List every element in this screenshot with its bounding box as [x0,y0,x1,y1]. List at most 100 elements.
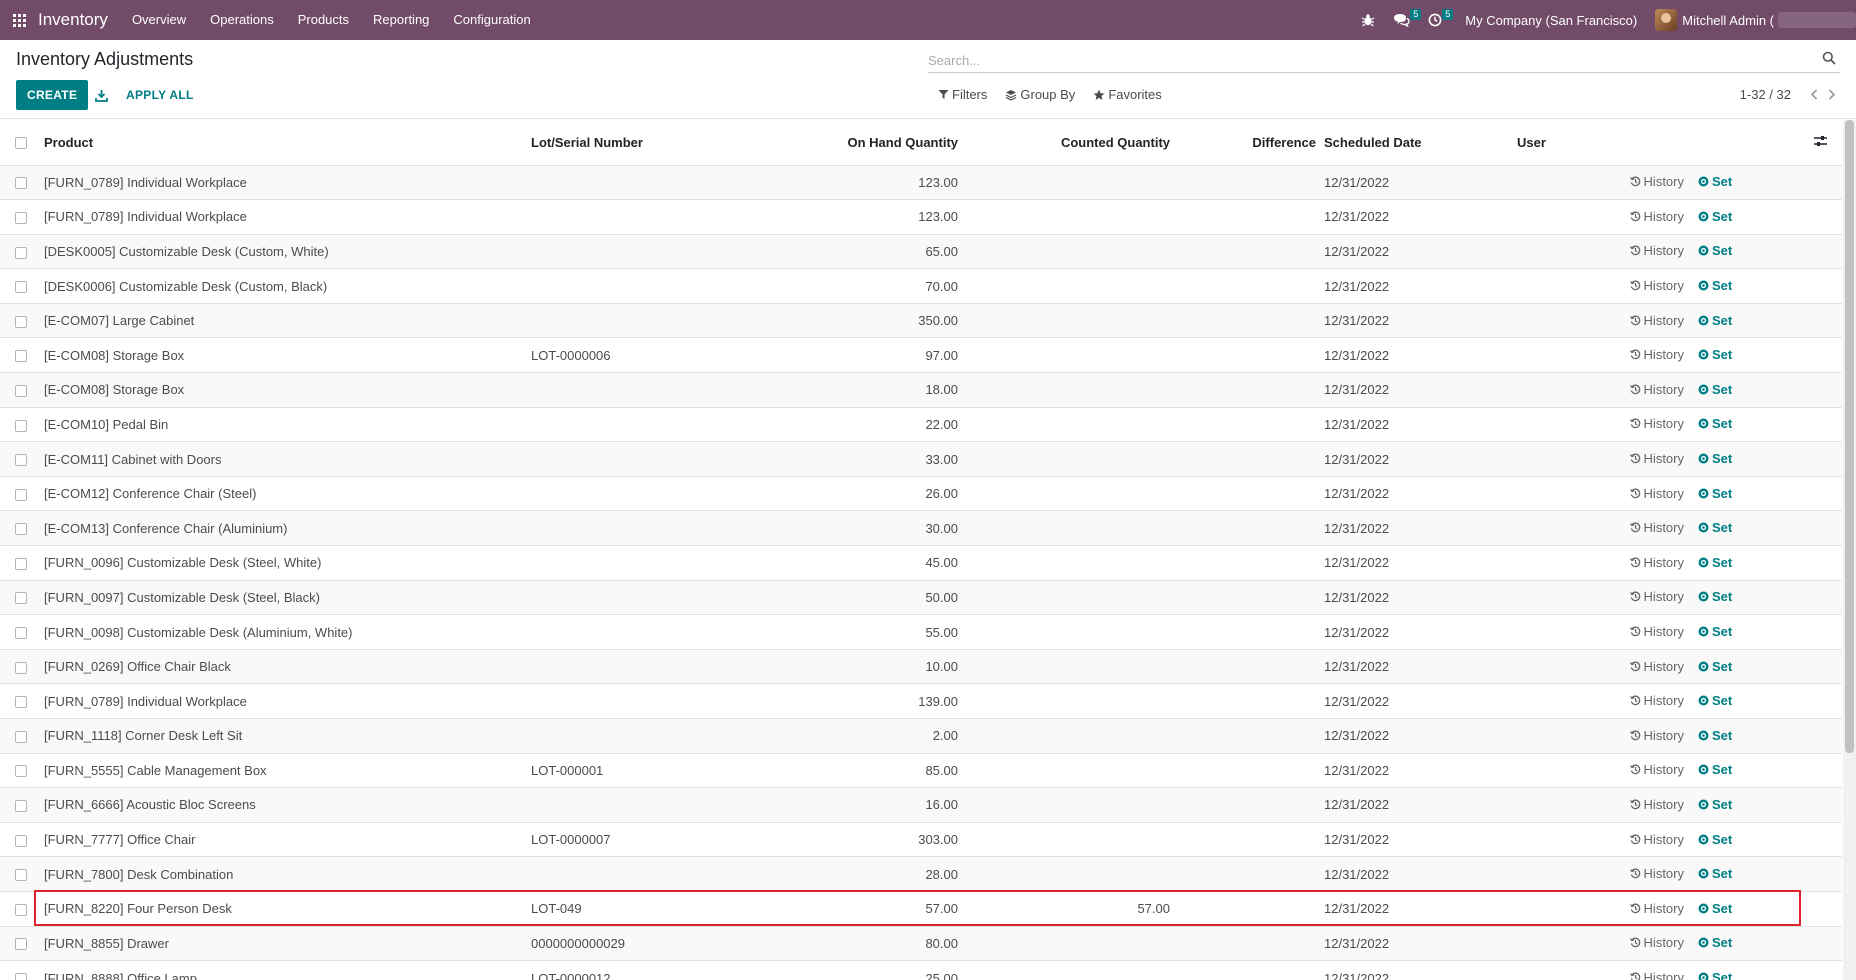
history-button[interactable]: History [1629,728,1684,743]
cell-scheduled-date[interactable]: 12/31/2022 [1320,510,1513,546]
cell-user[interactable] [1513,302,1611,338]
cell-product[interactable]: [FURN_7777] Office Chair [40,821,527,857]
search-icon[interactable] [1822,51,1838,67]
set-button[interactable]: Set [1698,451,1732,466]
cell-lot-serial[interactable] [527,648,720,684]
cell-lot-serial[interactable]: 0000000000029 [527,925,720,961]
cell-user[interactable] [1513,372,1611,408]
cell-product[interactable]: [FURN_8855] Drawer [40,925,527,961]
cell-product[interactable]: [E-COM07] Large Cabinet [40,302,527,338]
cell-lot-serial[interactable] [527,302,720,338]
company-switcher[interactable]: My Company (San Francisco) [1451,13,1647,28]
filters-toggle[interactable]: Filters [938,87,987,102]
history-button[interactable]: History [1629,347,1684,362]
row-checkbox[interactable] [15,281,27,294]
row-checkbox[interactable] [15,765,27,778]
cell-user[interactable] [1513,510,1611,546]
history-button[interactable]: History [1629,693,1684,708]
cell-scheduled-date[interactable]: 12/31/2022 [1320,648,1513,684]
table-row[interactable]: [FURN_7777] Office Chair LOT-0000007 303.0… [0,821,1842,857]
cell-scheduled-date[interactable]: 12/31/2022 [1320,233,1513,269]
col-lot-serial[interactable]: Lot/Serial Number [527,120,720,166]
cell-onhand[interactable]: 2.00 [720,718,962,754]
cell-counted[interactable] [962,856,1174,892]
cell-user[interactable] [1513,960,1611,980]
cell-onhand[interactable]: 350.00 [720,302,962,338]
cell-onhand[interactable]: 30.00 [720,510,962,546]
history-button[interactable]: History [1629,589,1684,604]
cell-lot-serial[interactable] [527,233,720,269]
cell-scheduled-date[interactable]: 12/31/2022 [1320,164,1513,200]
cell-user[interactable] [1513,164,1611,200]
cell-user[interactable] [1513,856,1611,892]
table-row[interactable]: [FURN_1118] Corner Desk Left Sit 2.00 12/3… [0,718,1842,754]
cell-counted[interactable]: 57.00 [962,890,1174,927]
cell-onhand[interactable]: 22.00 [720,406,962,442]
cell-user[interactable] [1513,718,1611,754]
cell-counted[interactable] [962,614,1174,650]
cell-user[interactable] [1513,475,1611,511]
col-product[interactable]: Product [40,120,527,166]
cell-scheduled-date[interactable]: 12/31/2022 [1320,579,1513,615]
set-button[interactable]: Set [1698,520,1732,535]
history-button[interactable]: History [1629,555,1684,570]
cell-onhand[interactable]: 45.00 [720,545,962,581]
table-row[interactable]: [E-COM08] Storage Box LOT-0000006 97.00 12/… [0,337,1842,373]
set-button[interactable]: Set [1698,313,1732,328]
cell-counted[interactable] [962,372,1174,408]
col-onhand[interactable]: On Hand Quantity [720,120,962,166]
row-checkbox[interactable] [15,523,27,536]
history-button[interactable]: History [1629,451,1684,466]
apply-all-button[interactable]: APPLY ALL [119,80,201,110]
cell-user[interactable] [1513,752,1611,788]
cell-counted[interactable] [962,579,1174,615]
cell-counted[interactable] [962,648,1174,684]
cell-scheduled-date[interactable]: 12/31/2022 [1320,925,1513,961]
row-checkbox[interactable] [15,350,27,363]
cell-onhand[interactable]: 55.00 [720,614,962,650]
row-checkbox[interactable] [15,903,27,916]
search-input[interactable] [928,49,1808,71]
activities-clock-icon[interactable]: 5 [1419,0,1454,40]
cell-product[interactable]: [FURN_8220] Four Person Desk [40,890,527,927]
row-checkbox[interactable] [15,177,27,190]
vertical-scrollbar[interactable] [1843,120,1856,980]
cell-product[interactable]: [FURN_0789] Individual Workplace [40,199,527,235]
history-button[interactable]: History [1629,209,1684,224]
cell-lot-serial[interactable] [527,545,720,581]
cell-counted[interactable] [962,268,1174,304]
set-button[interactable]: Set [1698,728,1732,743]
table-row[interactable]: [FURN_0096] Customizable Desk (Steel, Wh… [0,545,1842,581]
row-checkbox[interactable] [15,869,27,882]
cell-counted[interactable] [962,821,1174,857]
col-counted[interactable]: Counted Quantity [962,120,1174,166]
table-row[interactable]: [FURN_6666] Acoustic Bloc Screens 16.00 12… [0,787,1842,823]
set-button[interactable]: Set [1698,209,1732,224]
cell-user[interactable] [1513,406,1611,442]
row-checkbox[interactable] [15,211,27,224]
table-row[interactable]: [E-COM07] Large Cabinet 350.00 12/31/2022 H… [0,302,1842,338]
cell-counted[interactable] [962,233,1174,269]
table-row[interactable]: [E-COM12] Conference Chair (Steel) 26.00 1… [0,475,1842,511]
row-checkbox[interactable] [15,315,27,328]
cell-onhand[interactable]: 70.00 [720,268,962,304]
cell-lot-serial[interactable] [527,406,720,442]
cell-product[interactable]: [DESK0006] Customizable Desk (Custom, Bl… [40,268,527,304]
cell-lot-serial[interactable] [527,199,720,235]
history-button[interactable]: History [1629,866,1684,881]
cell-scheduled-date[interactable]: 12/31/2022 [1320,890,1513,927]
cell-lot-serial[interactable] [527,683,720,719]
table-row[interactable]: [E-COM13] Conference Chair (Aluminium) 30… [0,510,1842,546]
menu-reporting[interactable]: Reporting [361,0,441,40]
row-checkbox[interactable] [15,557,27,570]
table-row[interactable]: [FURN_8888] Office Lamp LOT-0000012 25.00 1… [0,960,1842,980]
cell-scheduled-date[interactable]: 12/31/2022 [1320,475,1513,511]
menu-overview[interactable]: Overview [120,0,198,40]
cell-counted[interactable] [962,199,1174,235]
groupby-toggle[interactable]: Group By [1005,87,1075,102]
cell-product[interactable]: [E-COM10] Pedal Bin [40,406,527,442]
user-menu[interactable]: Mitchell Admin ( [1647,9,1856,31]
cell-onhand[interactable]: 80.00 [720,925,962,961]
app-menu-icon[interactable] [0,0,38,40]
cell-scheduled-date[interactable]: 12/31/2022 [1320,614,1513,650]
